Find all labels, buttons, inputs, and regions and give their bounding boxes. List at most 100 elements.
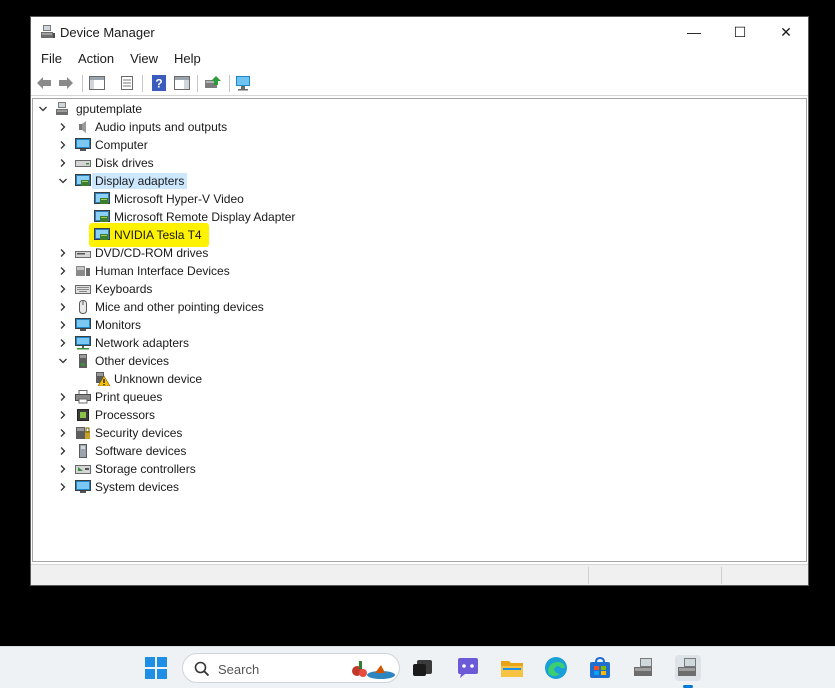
- menu-view[interactable]: View: [122, 48, 166, 70]
- tree-node-disk-drives[interactable]: Disk drives: [33, 154, 333, 172]
- display-adapter-icon: [94, 210, 110, 222]
- window-title: Device Manager: [60, 25, 155, 40]
- tree-child-nvidia-tesla-t4[interactable]: NVIDIA Tesla T4: [33, 223, 353, 247]
- tree-node-processors[interactable]: Processors: [33, 406, 333, 424]
- tree-node-other-devices[interactable]: Other devices: [33, 352, 333, 370]
- tree-node-audio[interactable]: Audio inputs and outputs: [33, 118, 333, 136]
- toolbar-separator: [197, 75, 198, 92]
- chat-button[interactable]: [455, 655, 481, 681]
- tree-node-mice[interactable]: Mice and other pointing devices: [33, 298, 333, 316]
- back-button[interactable]: [34, 74, 54, 92]
- chevron-down-icon[interactable]: [58, 356, 68, 366]
- chevron-right-icon[interactable]: [58, 302, 68, 312]
- audio-icon: [79, 121, 86, 133]
- scan-hardware-button[interactable]: [234, 74, 254, 92]
- store-button[interactable]: [587, 655, 613, 681]
- start-button[interactable]: [143, 655, 169, 681]
- tree-node-system-devices[interactable]: System devices: [33, 478, 333, 496]
- processor-icon: [77, 409, 89, 421]
- menu-action[interactable]: Action: [70, 48, 122, 70]
- close-icon: ✕: [780, 23, 792, 40]
- monitor-icon: [75, 318, 91, 331]
- chevron-right-icon[interactable]: [58, 482, 68, 492]
- tree-node-monitors[interactable]: Monitors: [33, 316, 333, 334]
- computer-icon: [75, 138, 91, 151]
- tree-child-hyperv-video[interactable]: Microsoft Hyper-V Video: [33, 190, 353, 208]
- tree-node-label: DVD/CD-ROM drives: [95, 246, 209, 260]
- maximize-button[interactable]: ☐: [717, 17, 763, 47]
- tree-node-computer[interactable]: Computer: [33, 136, 333, 154]
- display-adapter-icon: [75, 174, 91, 186]
- properties-button[interactable]: [117, 74, 137, 92]
- tree-root[interactable]: gputemplate: [33, 100, 333, 118]
- svg-text:?: ?: [155, 77, 162, 91]
- menu-help[interactable]: Help: [166, 48, 209, 70]
- tree-node-label: Storage controllers: [95, 462, 196, 476]
- file-explorer-button[interactable]: [499, 655, 525, 681]
- tree-node-keyboards[interactable]: Keyboards: [33, 280, 333, 298]
- tree-node-network-adapters[interactable]: Network adapters: [33, 334, 333, 352]
- minimize-button[interactable]: —: [671, 17, 717, 47]
- action-pane-button[interactable]: [172, 74, 192, 92]
- chevron-right-icon[interactable]: [58, 248, 68, 258]
- unknown-device-warning-icon: [96, 372, 110, 386]
- edge-icon: [545, 657, 567, 679]
- chevron-right-icon[interactable]: [58, 410, 68, 420]
- forward-button[interactable]: [56, 74, 76, 92]
- edge-button[interactable]: [543, 655, 569, 681]
- tree-node-label: Disk drives: [95, 156, 154, 170]
- tree-node-label: System devices: [95, 480, 180, 494]
- chevron-right-icon[interactable]: [58, 266, 68, 276]
- show-hide-console-tree-button[interactable]: [87, 74, 107, 92]
- toolbar-separator: [142, 75, 143, 92]
- tree-node-software-devices[interactable]: Software devices: [33, 442, 333, 460]
- display-adapter-icon: [94, 192, 110, 204]
- tree-node-hid[interactable]: Human Interface Devices: [33, 262, 333, 280]
- tree-node-security-devices[interactable]: Security devices: [33, 424, 333, 442]
- chevron-right-icon[interactable]: [58, 464, 68, 474]
- printer-icon: [75, 390, 91, 404]
- tree-child-unknown-device[interactable]: Unknown device: [33, 370, 333, 388]
- menu-file[interactable]: File: [33, 48, 70, 70]
- device-tree[interactable]: gputemplate Audio inputs and outputs Com…: [32, 98, 807, 562]
- chevron-right-icon[interactable]: [58, 428, 68, 438]
- tree-node-label: Processors: [95, 408, 156, 422]
- update-driver-button[interactable]: [203, 74, 223, 92]
- task-view-button[interactable]: [410, 655, 436, 681]
- status-cell: [588, 567, 589, 584]
- tree-node-print-queues[interactable]: Print queues: [33, 388, 333, 406]
- security-device-icon: [76, 427, 90, 439]
- software-device-icon: [79, 444, 87, 458]
- tree-node-display-adapters[interactable]: Display adapters: [33, 172, 333, 190]
- chevron-down-icon[interactable]: [58, 176, 68, 186]
- chevron-right-icon[interactable]: [58, 284, 68, 294]
- close-button[interactable]: ✕: [763, 17, 809, 47]
- hid-icon: [76, 266, 90, 276]
- toolbar: ?: [31, 71, 808, 96]
- tree-node-label: Print queues: [95, 390, 163, 404]
- device-manager-taskbar-button[interactable]: [631, 655, 657, 681]
- title-bar[interactable]: Device Manager — ☐ ✕: [31, 17, 808, 47]
- taskbar-search[interactable]: Search: [182, 653, 400, 683]
- chevron-right-icon[interactable]: [58, 338, 68, 348]
- help-button[interactable]: ?: [149, 74, 169, 92]
- status-bar: [31, 564, 808, 585]
- tree-node-storage-controllers[interactable]: Storage controllers: [33, 460, 333, 478]
- device-manager-app-icon: [41, 25, 55, 38]
- chevron-right-icon[interactable]: [58, 140, 68, 150]
- tree-node-label: Display adapters: [92, 173, 188, 189]
- chevron-right-icon[interactable]: [58, 158, 68, 168]
- tree-node-dvd-drives[interactable]: DVD/CD-ROM drives: [33, 244, 333, 262]
- chevron-right-icon[interactable]: [58, 320, 68, 330]
- show-hide-console-tree-icon: [89, 76, 105, 90]
- minimize-icon: —: [687, 24, 701, 40]
- chevron-right-icon[interactable]: [58, 446, 68, 456]
- menu-bar: File Action View Help: [31, 48, 808, 70]
- device-manager-icon: [634, 658, 652, 676]
- tree-node-label: Keyboards: [95, 282, 153, 296]
- chevron-right-icon[interactable]: [58, 122, 68, 132]
- chevron-down-icon[interactable]: [38, 104, 48, 114]
- chevron-right-icon[interactable]: [58, 392, 68, 402]
- device-manager-active-button[interactable]: [675, 655, 701, 681]
- store-icon: [590, 657, 610, 678]
